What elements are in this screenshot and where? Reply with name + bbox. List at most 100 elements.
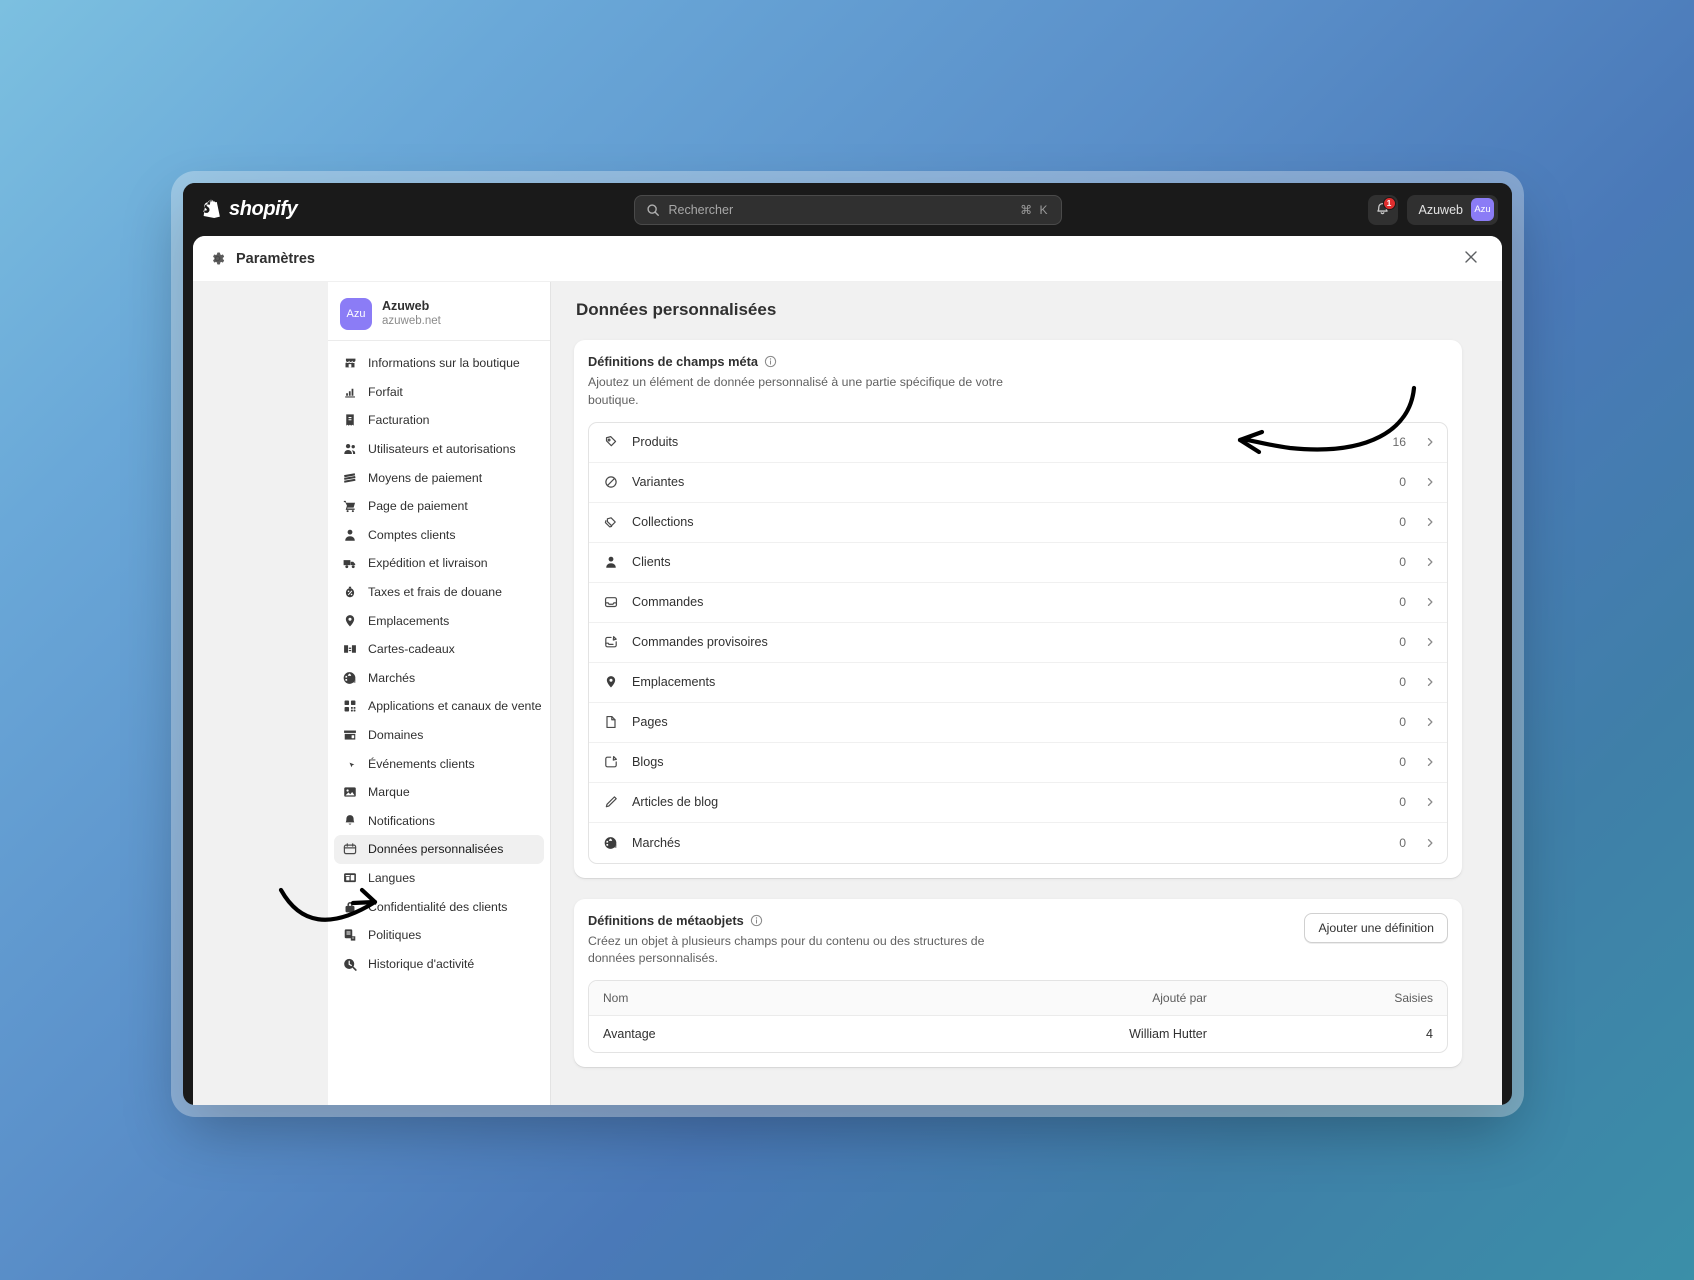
metafield-row-count: 0 <box>1399 755 1406 770</box>
settings-nav-container: Azu Azuweb azuweb.net Informations sur l… <box>193 282 551 1105</box>
account-name: Azuweb <box>1418 202 1463 217</box>
receipt-icon <box>342 412 358 428</box>
sidebar-item-moyens-de-paiement[interactable]: Moyens de paiement <box>334 463 544 492</box>
sidebar-item-march-s[interactable]: Marchés <box>334 664 544 693</box>
sidebar-item-donn-es-personnalis-es[interactable]: Données personnalisées <box>334 835 544 864</box>
bell-icon <box>342 813 358 829</box>
sidebar-item-label: Informations sur la boutique <box>368 356 520 371</box>
metafield-row-articles-de-blog[interactable]: Articles de blog 0 <box>589 783 1447 823</box>
sidebar-item-notifications[interactable]: Notifications <box>334 807 544 836</box>
sidebar-item-label: Utilisateurs et autorisations <box>368 442 516 457</box>
global-search[interactable]: ⌘ K <box>633 194 1062 225</box>
add-definition-button[interactable]: Ajouter une définition <box>1304 912 1448 943</box>
metafield-row-produits[interactable]: Produits 16 <box>589 423 1447 463</box>
metafield-resource-list: Produits 16 Variantes 0 Collections 0 Clients 0… <box>588 421 1448 864</box>
shopify-logo[interactable]: shopify <box>197 198 298 221</box>
metafield-row-pages[interactable]: Pages 0 <box>589 703 1447 743</box>
notifications-button[interactable]: 1 <box>1367 194 1398 225</box>
lock-icon <box>342 899 358 915</box>
sidebar-item-label: Facturation <box>368 413 430 428</box>
apps-grid-icon <box>342 698 358 714</box>
browser-window: shopify ⌘ K 1 Azuwe <box>183 183 1512 1105</box>
sidebar-item-label: Marque <box>368 785 410 800</box>
sidebar-item-domaines[interactable]: Domaines <box>334 721 544 750</box>
person-icon <box>602 554 619 570</box>
metafield-card-title: Définitions de champs méta <box>588 354 758 369</box>
sidebar-item-applications-et-canaux-de-vente[interactable]: Applications et canaux de vente <box>334 692 544 721</box>
variant-icon <box>602 474 619 490</box>
metafield-row-variantes[interactable]: Variantes 0 <box>589 463 1447 503</box>
metafields-icon <box>342 841 358 857</box>
sidebar-item-label: Langues <box>368 870 416 885</box>
metafield-row-collections[interactable]: Collections 0 <box>589 503 1447 543</box>
metaobject-added-by: William Hutter <box>1129 1027 1207 1042</box>
sidebar-item-langues[interactable]: Langues <box>334 864 544 893</box>
sidebar-item-exp-dition-et-livraison[interactable]: Expédition et livraison <box>334 549 544 578</box>
topbar-right-group: 1 Azuweb Azu <box>1367 194 1498 225</box>
sidebar-item-label: Emplacements <box>368 613 450 628</box>
location-pin-icon <box>602 674 619 690</box>
sidebar-item-utilisateurs-et-autorisations[interactable]: Utilisateurs et autorisations <box>334 435 544 464</box>
sidebar-item-taxes-et-frais-de-douane[interactable]: Taxes et frais de douane <box>334 578 544 607</box>
sidebar-item-politiques[interactable]: Politiques <box>334 921 544 950</box>
sidebar-item-v-nements-clients[interactable]: Événements clients <box>334 749 544 778</box>
metafield-row-label: Articles de blog <box>632 795 719 810</box>
metafield-row-commandes-provisoires[interactable]: Commandes provisoires 0 <box>589 623 1447 663</box>
sidebar-item-comptes-clients[interactable]: Comptes clients <box>334 521 544 550</box>
users-icon <box>342 441 358 457</box>
metaobject-table: Nom Ajouté par Saisies Avantage William Hut… <box>588 980 1448 1054</box>
sidebar-item-historique-d-activit[interactable]: Historique d'activité <box>334 949 544 978</box>
sidebar-item-label: Données personnalisées <box>368 842 504 857</box>
metafield-row-blogs[interactable]: Blogs 0 <box>589 743 1447 783</box>
info-circle-icon[interactable] <box>750 914 763 927</box>
sidebar-item-forfait[interactable]: Forfait <box>334 378 544 407</box>
metafield-row-emplacements[interactable]: Emplacements 0 <box>589 663 1447 703</box>
sidebar-item-cartes-cadeaux[interactable]: Cartes-cadeaux <box>334 635 544 664</box>
metafield-row-label: Blogs <box>632 755 664 770</box>
metafield-row-march-s[interactable]: Marchés 0 <box>589 823 1447 863</box>
cart-icon <box>342 498 358 514</box>
sidebar-item-page-de-paiement[interactable]: Page de paiement <box>334 492 544 521</box>
shopify-bag-icon <box>201 198 222 221</box>
metafield-row-label: Collections <box>632 515 694 530</box>
account-menu-button[interactable]: Azuweb Azu <box>1406 194 1498 225</box>
metaobject-definitions-card: Définitions de métaobjets Créez un objet… <box>574 898 1462 1068</box>
product-tag-icon <box>602 434 619 450</box>
settings-content: Données personnalisées Définitions de ch… <box>551 282 1502 1105</box>
sidebar-item-facturation[interactable]: Facturation <box>334 406 544 435</box>
notification-badge: 1 <box>1382 196 1396 210</box>
metafield-row-clients[interactable]: Clients 0 <box>589 543 1447 583</box>
blog-icon <box>602 754 619 770</box>
shop-avatar: Azu <box>340 298 372 330</box>
settings-sidebar: Azu Azuweb azuweb.net Informations sur l… <box>328 282 551 1105</box>
sidebar-item-label: Comptes clients <box>368 527 456 542</box>
metafield-row-count: 0 <box>1399 555 1406 570</box>
metafield-definitions-card: Définitions de champs méta Ajoutez un él… <box>574 340 1462 878</box>
info-circle-icon[interactable] <box>764 355 777 368</box>
shop-card[interactable]: Azu Azuweb azuweb.net <box>328 290 550 341</box>
metafield-row-commandes[interactable]: Commandes 0 <box>589 583 1447 623</box>
metafield-row-label: Commandes provisoires <box>632 635 768 650</box>
chevron-right-icon <box>1424 716 1436 728</box>
sidebar-item-label: Politiques <box>368 928 422 943</box>
sidebar-item-label: Forfait <box>368 384 403 399</box>
sidebar-item-informations-sur-la-boutique[interactable]: Informations sur la boutique <box>334 349 544 378</box>
metaobject-entries: 4 <box>1426 1027 1433 1042</box>
sidebar-item-emplacements[interactable]: Emplacements <box>334 606 544 635</box>
metafield-row-count: 0 <box>1399 715 1406 730</box>
page-title: Paramètres <box>236 250 315 267</box>
metafield-row-count: 16 <box>1392 435 1406 450</box>
close-button[interactable] <box>1458 246 1484 272</box>
policy-icon <box>342 927 358 943</box>
column-header: Saisies <box>1220 981 1447 1017</box>
search-input[interactable] <box>668 202 1012 217</box>
translate-icon <box>342 870 358 886</box>
sidebar-item-confidentialit-des-clients[interactable]: Confidentialité des clients <box>334 892 544 921</box>
table-row[interactable]: Avantage William Hutter 4 <box>589 1016 1447 1053</box>
sidebar-item-marque[interactable]: Marque <box>334 778 544 807</box>
chevron-right-icon <box>1424 476 1436 488</box>
metafield-row-count: 0 <box>1399 515 1406 530</box>
page-icon <box>602 714 619 730</box>
delivery-truck-icon <box>342 555 358 571</box>
search-icon <box>646 203 660 217</box>
